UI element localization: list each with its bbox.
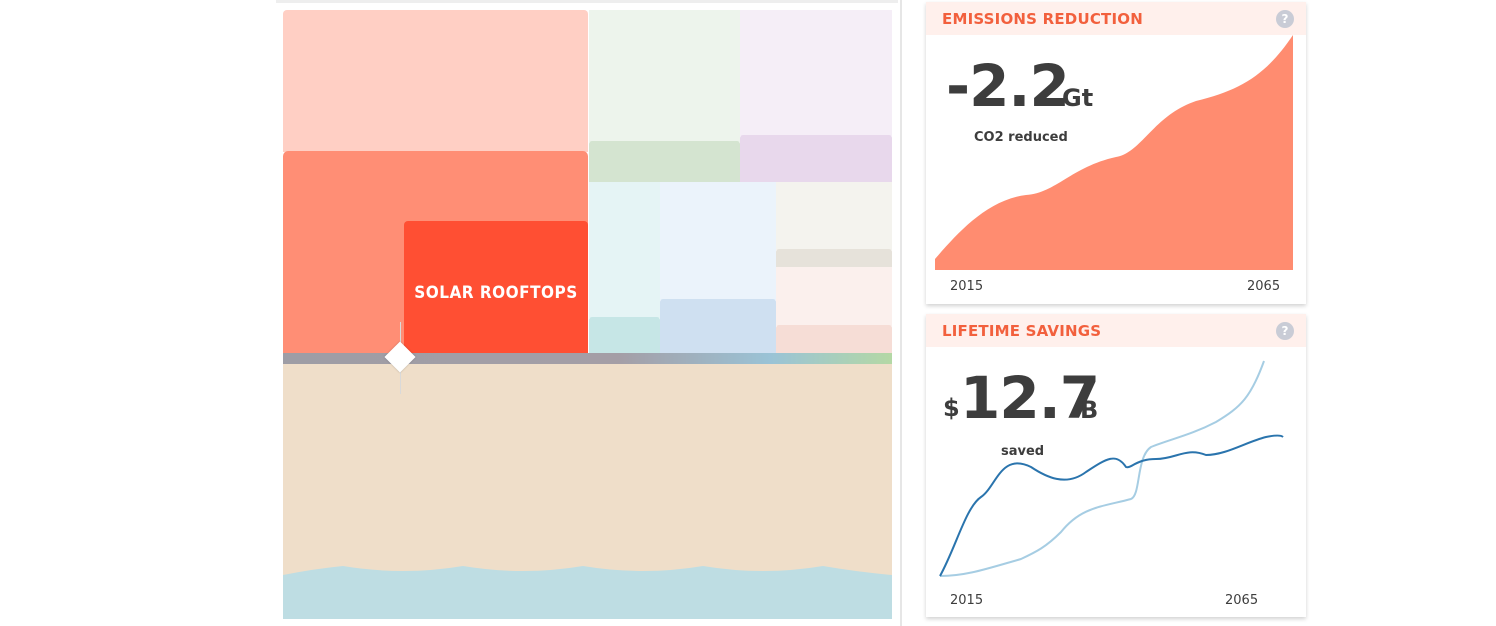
emissions-unit: Gt (1062, 84, 1094, 112)
timeline-strip (283, 353, 892, 364)
emissions-value: -2.2 (946, 52, 1070, 120)
water-area (283, 566, 892, 619)
treemap-block-light-lavender[interactable] (740, 10, 892, 136)
app-stage: SOLAR ROOFTOPS EMISSIONS REDUCTION ? -2.… (0, 0, 1496, 626)
treemap-block-light-blue[interactable] (660, 182, 776, 300)
savings-year-start: 2015 (950, 593, 984, 608)
savings-value: 12.7 (960, 364, 1100, 432)
top-divider (276, 0, 898, 3)
solar-rooftops-label: SOLAR ROOFTOPS (414, 282, 578, 303)
treemap-block-blue[interactable] (660, 299, 776, 354)
treemap-block-green[interactable] (589, 141, 740, 182)
savings-unit: B (1080, 396, 1099, 424)
lifetime-savings-card: LIFETIME SAVINGS ? $ 12.7 B saved 2015 2… (926, 314, 1306, 617)
savings-currency: $ (943, 394, 960, 422)
emissions-card-title: EMISSIONS REDUCTION (942, 9, 1143, 28)
emissions-reduction-card: EMISSIONS REDUCTION ? -2.2 Gt CO2 reduce… (926, 2, 1306, 304)
treemap-block-light-coral[interactable] (283, 10, 588, 152)
treemap-block-lavender[interactable] (740, 135, 892, 182)
savings-year-end: 2065 (1225, 593, 1259, 608)
help-icon[interactable]: ? (1276, 9, 1294, 28)
savings-caption: saved (1001, 444, 1045, 459)
help-icon[interactable]: ? (1276, 321, 1294, 340)
treemap-block-light-teal[interactable] (589, 182, 660, 318)
treemap-block-light-stone[interactable] (776, 182, 892, 250)
treemap-block-stone[interactable] (776, 249, 892, 268)
emissions-year-start: 2015 (950, 279, 984, 294)
emissions-card-header: EMISSIONS REDUCTION ? (926, 2, 1306, 35)
savings-card-header: LIFETIME SAVINGS ? (926, 314, 1306, 347)
treemap-block-light-blush[interactable] (776, 267, 892, 326)
treemap-block-solar-rooftops[interactable]: SOLAR ROOFTOPS (404, 221, 588, 354)
treemap-block-light-green[interactable] (589, 10, 740, 142)
treemap-block-blush[interactable] (776, 325, 892, 354)
panel-divider (900, 0, 902, 626)
emissions-year-end: 2065 (1247, 279, 1281, 294)
treemap-block-teal[interactable] (589, 317, 660, 354)
emissions-caption: CO2 reduced (974, 130, 1068, 145)
savings-card-title: LIFETIME SAVINGS (942, 321, 1102, 340)
